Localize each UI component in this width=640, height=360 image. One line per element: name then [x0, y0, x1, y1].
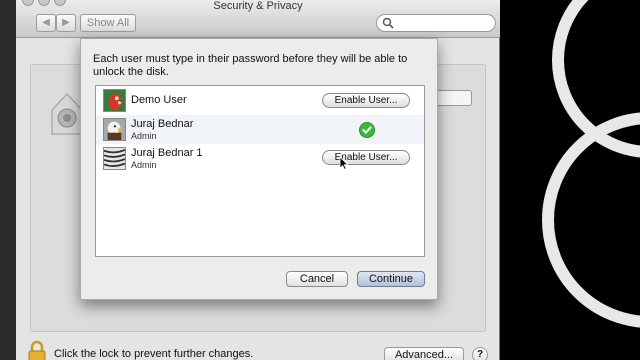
back-button[interactable]: ◀ [36, 14, 56, 32]
security-privacy-window: Security & Privacy ◀ ▶ Show All Click th… [16, 0, 500, 360]
user-name: Juraj Bednar [131, 118, 194, 130]
window-footer: Click the lock to prevent further change… [16, 336, 500, 360]
mouse-pointer-icon [339, 156, 349, 170]
user-name: Demo User [131, 94, 187, 106]
forward-arrow-icon: ▶ [62, 17, 70, 28]
desktop-wallpaper-rings [542, 0, 640, 328]
continue-button[interactable]: Continue [357, 271, 425, 287]
window-title: Security & Privacy [213, 0, 303, 12]
cancel-button[interactable]: Cancel [286, 271, 348, 287]
advanced-button[interactable]: Advanced... [384, 347, 464, 360]
help-button[interactable]: ? [472, 347, 488, 360]
sheet-message: Each user must type in their password be… [93, 53, 408, 78]
user-list: Demo User Enable User... Juraj Bednar Ad… [95, 85, 425, 257]
eagle-avatar-icon [103, 118, 126, 141]
user-row: Juraj Bednar 1 Admin Enable User... [96, 144, 424, 173]
user-row: Demo User Enable User... [96, 86, 424, 115]
desktop-background [500, 0, 640, 360]
show-all-button[interactable]: Show All [80, 14, 136, 32]
user-role: Admin [131, 160, 157, 170]
parrot-avatar-icon [103, 89, 126, 112]
enable-user-button[interactable]: Enable User... [322, 150, 410, 165]
search-field[interactable] [376, 14, 496, 32]
user-name: Juraj Bednar 1 [131, 147, 203, 159]
enable-user-button[interactable]: Enable User... [322, 93, 410, 108]
lock-status-text: Click the lock to prevent further change… [54, 348, 254, 360]
lock-icon[interactable] [26, 340, 48, 360]
zebra-avatar-icon [103, 147, 126, 170]
user-row: Juraj Bednar Admin [96, 115, 424, 144]
back-arrow-icon: ◀ [42, 17, 50, 28]
forward-button[interactable]: ▶ [56, 14, 76, 32]
search-icon [382, 17, 394, 29]
filevault-house-icon [51, 93, 83, 135]
enable-users-sheet: Each user must type in their password be… [80, 38, 438, 300]
user-role: Admin [131, 131, 157, 141]
background-pane-button [432, 90, 472, 106]
window-titlebar: Security & Privacy ◀ ▶ Show All [16, 0, 500, 38]
left-window-edge [0, 0, 16, 360]
checkmark-icon [359, 122, 375, 138]
